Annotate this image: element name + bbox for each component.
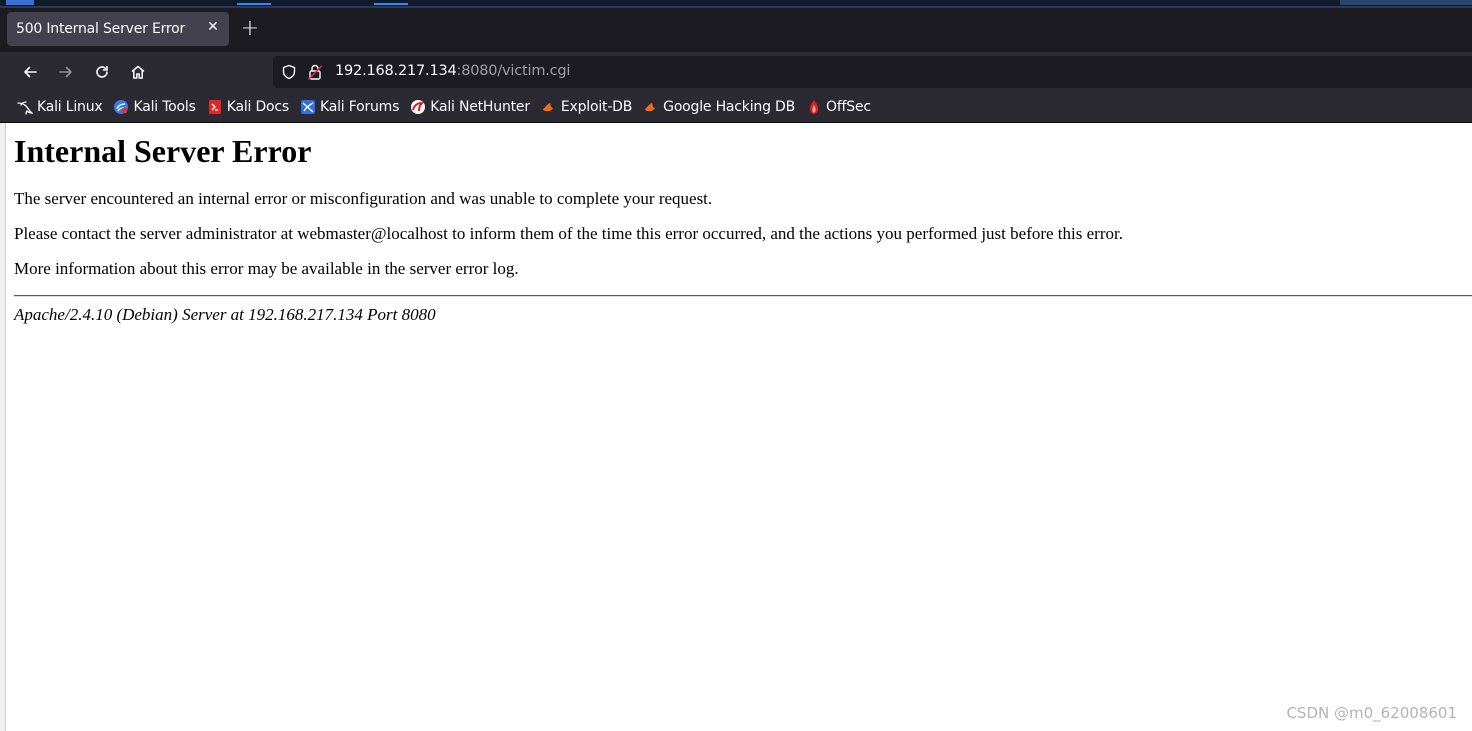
- desktop-panel-strip: [0, 0, 1472, 8]
- url-bar[interactable]: 192.168.217.134:8080/victim.cgi: [273, 56, 1472, 88]
- url-text[interactable]: 192.168.217.134:8080/victim.cgi: [335, 63, 570, 79]
- bookmark-google-hacking-db[interactable]: Google Hacking DB: [643, 99, 795, 115]
- navigation-toolbar: 192.168.217.134:8080/victim.cgi: [0, 52, 1472, 92]
- contact-message: Please contact the server administrator …: [14, 224, 1123, 243]
- tab-active[interactable]: 500 Internal Server Error ✕: [7, 12, 229, 46]
- bookmark-kali-nethunter[interactable]: Kali NetHunter: [410, 99, 530, 115]
- kali-dragon-icon: [17, 101, 33, 115]
- server-signature: Apache/2.4.10 (Debian) Server at 192.168…: [14, 305, 436, 324]
- bookmark-label: Kali NetHunter: [430, 99, 530, 115]
- reload-icon: [96, 65, 108, 78]
- page-title: Internal Server Error: [14, 133, 312, 169]
- page-content: Internal Server Error The server encount…: [6, 123, 1472, 731]
- nethunter-icon: [411, 100, 426, 114]
- bookmark-label: Kali Tools: [133, 99, 196, 115]
- shield-icon[interactable]: [281, 64, 297, 80]
- kali-tools-icon: [114, 100, 129, 114]
- bookmark-label: OffSec: [826, 99, 871, 115]
- reload-button[interactable]: [88, 58, 116, 86]
- bookmark-offsec[interactable]: OffSec: [806, 99, 871, 115]
- bookmark-kali-forums[interactable]: Kali Forums: [300, 99, 399, 115]
- url-host: 192.168.217.134: [335, 63, 457, 79]
- log-message: More information about this error may be…: [14, 259, 519, 278]
- exploit-db-icon: [542, 103, 553, 112]
- home-icon: [131, 65, 145, 79]
- tab-bar: 500 Internal Server Error ✕ +: [0, 8, 1472, 52]
- back-button[interactable]: [16, 58, 44, 86]
- bookmarks-toolbar: Kali Linux Kali Tools Kali Docs Kali For…: [0, 92, 1472, 122]
- separator: [14, 295, 1472, 297]
- bookmark-label: Kali Docs: [226, 99, 289, 115]
- bookmark-label: Kali Forums: [319, 99, 400, 115]
- ghdb-icon: [645, 103, 656, 112]
- close-icon[interactable]: ✕: [206, 20, 220, 34]
- error-message: The server encountered an internal error…: [14, 189, 713, 208]
- forward-button[interactable]: [52, 58, 80, 86]
- arrow-right-icon: [59, 66, 72, 78]
- kali-docs-icon: [208, 100, 221, 114]
- url-path: :8080/victim.cgi: [456, 63, 571, 79]
- bookmark-kali-docs[interactable]: Kali Docs: [207, 99, 289, 115]
- insecure-lock-icon[interactable]: [307, 63, 323, 81]
- bookmark-label: Exploit-DB: [560, 99, 633, 115]
- bookmark-exploit-db[interactable]: Exploit-DB: [541, 99, 632, 115]
- new-tab-button[interactable]: +: [238, 18, 262, 42]
- arrow-left-icon: [24, 66, 37, 78]
- bookmark-label: Google Hacking DB: [663, 99, 795, 115]
- bookmark-label: Kali Linux: [37, 99, 103, 115]
- tab-title: 500 Internal Server Error: [16, 21, 186, 37]
- home-button[interactable]: [124, 58, 152, 86]
- bookmark-kali-tools[interactable]: Kali Tools: [113, 99, 196, 115]
- kali-forums-icon: [300, 100, 315, 114]
- watermark: CSDN @m0_62008601: [1286, 704, 1457, 722]
- bookmark-kali-linux[interactable]: Kali Linux: [17, 99, 103, 115]
- offsec-icon: [810, 100, 818, 114]
